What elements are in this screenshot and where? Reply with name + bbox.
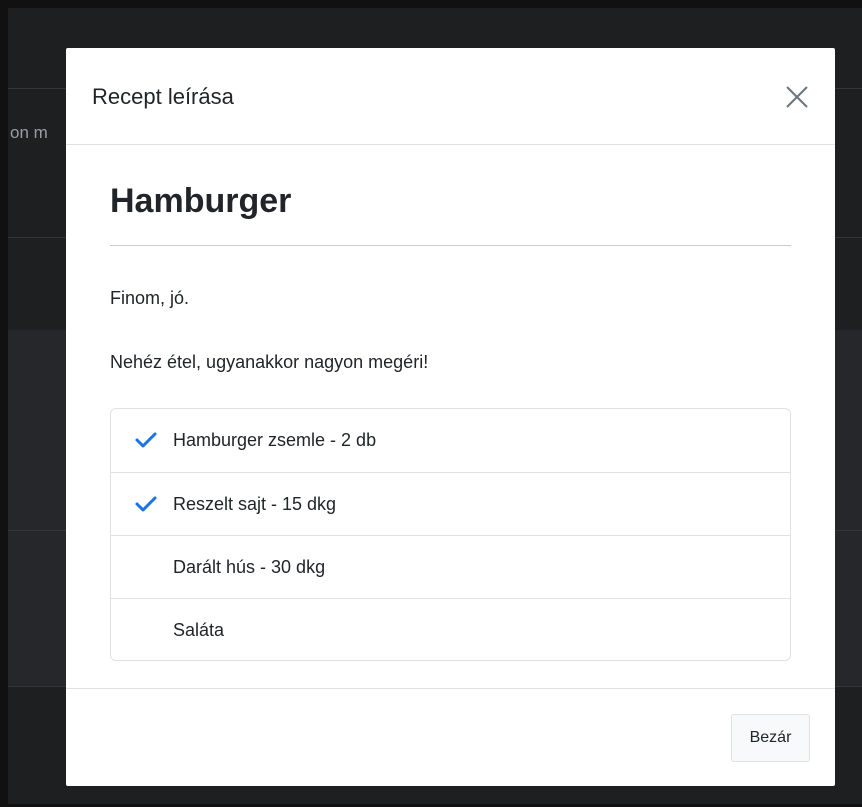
recipe-name: Hamburger	[110, 182, 292, 220]
divider	[110, 245, 791, 246]
close-icon-graphic	[786, 86, 808, 108]
recipe-short-description: Finom, jó.	[110, 288, 190, 308]
ingredient-item[interactable]: Reszelt sajt - 15 dkg	[111, 472, 790, 535]
modal-body: Hamburger Finom, jó. Nehéz étel, ugyanak…	[66, 145, 835, 688]
modal-header: Recept leírása	[66, 48, 835, 145]
recipe-description: Nehéz étel, ugyanakkor nagyon megéri!	[110, 352, 429, 372]
ingredient-label: Reszelt sajt - 15 dkg	[173, 494, 337, 514]
close-button[interactable]: Bezár	[731, 714, 810, 762]
ingredient-label: Hamburger zsemle - 2 db	[173, 430, 377, 450]
viewport: on m Recept leírása Hamburger Finom, jó.…	[0, 0, 862, 807]
ingredient-item[interactable]: Saláta	[111, 598, 790, 660]
ingredient-item[interactable]: Hamburger zsemle - 2 db	[111, 409, 790, 472]
modal-footer: Bezár	[66, 688, 835, 786]
check-icon	[135, 496, 157, 512]
ingredient-label: Darált hús - 30 dkg	[173, 557, 326, 577]
ingredient-label: Saláta	[173, 620, 225, 640]
background-text: on m	[10, 123, 48, 142]
recipe-modal: Recept leírása Hamburger Finom, jó. Nehé…	[66, 48, 835, 786]
ingredient-list: Hamburger zsemle - 2 db Reszelt sajt - 1…	[110, 408, 791, 661]
modal-title: Recept leírása	[92, 84, 234, 109]
close-icon[interactable]	[780, 80, 814, 114]
check-icon	[135, 432, 157, 448]
ingredient-item[interactable]: Darált hús - 30 dkg	[111, 535, 790, 598]
